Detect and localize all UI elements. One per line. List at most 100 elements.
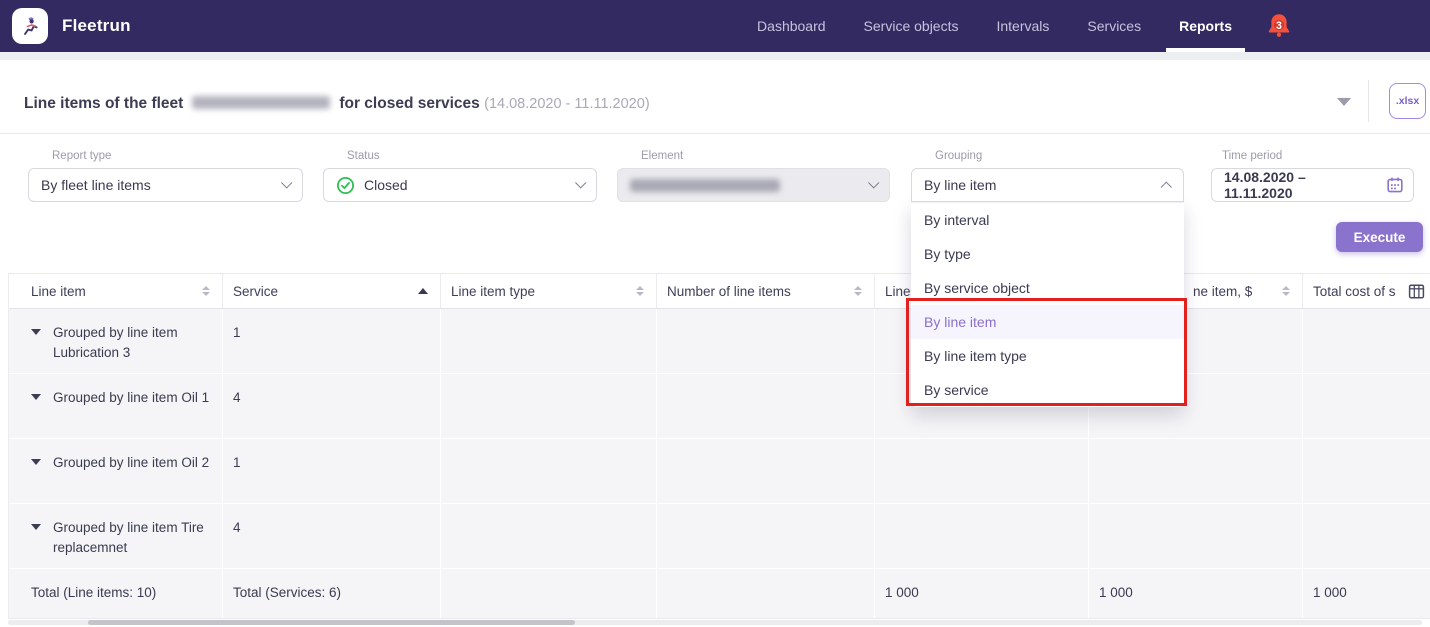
element-select-disabled xyxy=(617,168,890,202)
redacted-fleet-name xyxy=(192,96,330,109)
main-nav: Dashboard Service objects Intervals Serv… xyxy=(757,0,1232,52)
grouping-option-by-line-item-type[interactable]: By line item type xyxy=(911,339,1184,373)
grouping-option-by-service-object[interactable]: By service object xyxy=(911,271,1184,305)
column-label: ne item, $ xyxy=(1193,284,1252,299)
top-navbar: Fleetrun Dashboard Service objects Inter… xyxy=(0,0,1430,52)
line-item-text: Grouped by line item Tire replacemnet xyxy=(53,518,212,557)
nav-label: Dashboard xyxy=(757,18,826,34)
titlebar-divider xyxy=(1368,80,1369,122)
grouping-value: By line item xyxy=(924,177,1163,193)
time-period-input[interactable]: 14.08.2020 – 11.11.2020 xyxy=(1211,168,1414,202)
fleetrun-app: Fleetrun Dashboard Service objects Inter… xyxy=(0,0,1430,627)
grouping-label: Grouping xyxy=(935,150,982,162)
line-item-text: Grouped by line item Oil 2 xyxy=(53,453,209,473)
column-settings-icon[interactable] xyxy=(1408,283,1425,303)
nav-item-intervals[interactable]: Intervals xyxy=(996,0,1049,52)
status-label: Status xyxy=(347,150,380,162)
grouping-dropdown: By interval By type By service object By… xyxy=(911,202,1184,407)
service-cell: 1 xyxy=(223,439,441,503)
nav-item-dashboard[interactable]: Dashboard xyxy=(757,0,826,52)
report-type-value: By fleet line items xyxy=(41,177,282,193)
status-closed-check-icon xyxy=(336,176,355,195)
column-header-line-item-type[interactable]: Line item type xyxy=(441,274,657,308)
line-item-cell: Grouped by line item Lubrication 3 xyxy=(9,309,223,373)
line-item-cell: Grouped by line item Tire replacemnet xyxy=(9,504,223,568)
brand[interactable]: Fleetrun xyxy=(12,8,131,44)
calendar-icon[interactable] xyxy=(1386,176,1404,194)
table-header-row: Line item Service Line item type Number … xyxy=(9,273,1430,309)
title-suffix: for closed services xyxy=(339,95,479,112)
horizontal-scrollbar-thumb[interactable] xyxy=(88,620,575,625)
table-row: Grouped by line item Lubrication 3 1 xyxy=(9,309,1430,374)
nav-label: Reports xyxy=(1179,18,1232,34)
grouping-option-by-interval[interactable]: By interval xyxy=(911,203,1184,237)
column-label: Line item xyxy=(31,284,86,299)
nav-label: Intervals xyxy=(996,18,1049,34)
line-item-cell: Grouped by line item Oil 1 xyxy=(9,374,223,438)
titlebar-border xyxy=(0,133,1430,134)
service-cell: 4 xyxy=(223,374,441,438)
table-totals-row: Total (Line items: 10) Total (Services: … xyxy=(9,569,1430,619)
chevron-down-icon xyxy=(868,177,879,188)
column-label: Line item type xyxy=(451,284,535,299)
column-label: Line xyxy=(885,284,911,299)
service-cell: 1 xyxy=(223,309,441,373)
time-period-value: 14.08.2020 – 11.11.2020 xyxy=(1224,169,1378,201)
line-item-text: Grouped by line item Oil 1 xyxy=(53,388,209,408)
execute-button[interactable]: Execute xyxy=(1336,222,1423,252)
time-period-label: Time period xyxy=(1222,150,1282,162)
expand-row-icon[interactable] xyxy=(31,394,41,400)
column-label: Service xyxy=(233,284,278,299)
chevron-down-icon xyxy=(575,177,586,188)
expand-row-icon[interactable] xyxy=(31,459,41,465)
expand-row-icon[interactable] xyxy=(31,524,41,530)
grouping-option-by-type[interactable]: By type xyxy=(911,237,1184,271)
sort-icon[interactable] xyxy=(636,286,644,296)
grouping-select[interactable]: By line item xyxy=(911,168,1184,202)
totals-line-item-cost: 1 000 xyxy=(875,569,1089,618)
status-select[interactable]: Closed xyxy=(323,168,597,202)
line-item-text: Grouped by line item Lubrication 3 xyxy=(53,323,212,362)
report-type-select[interactable]: By fleet line items xyxy=(28,168,303,202)
brand-name: Fleetrun xyxy=(62,16,131,36)
notifications-bell-icon[interactable]: 3 xyxy=(1264,11,1294,41)
export-xlsx-button[interactable]: .xlsx xyxy=(1389,83,1426,119)
status-value: Closed xyxy=(364,177,576,193)
column-header-service[interactable]: Service xyxy=(223,274,441,308)
fleetrun-logo-icon xyxy=(12,8,48,44)
notification-badge: 3 xyxy=(1276,20,1282,32)
redacted-element-value xyxy=(630,179,780,192)
totals-total-cost-line-item: 1 000 xyxy=(1089,569,1303,618)
totals-services: Total (Services: 6) xyxy=(223,569,441,618)
element-label: Element xyxy=(641,150,683,162)
sort-icon[interactable] xyxy=(854,286,862,296)
sort-asc-icon[interactable] xyxy=(418,288,428,294)
collapse-report-chevron-icon[interactable] xyxy=(1337,98,1351,106)
column-header-total-cost-of-services[interactable]: Total cost of s xyxy=(1303,274,1430,308)
service-cell: 4 xyxy=(223,504,441,568)
table-row: Grouped by line item Tire replacemnet 4 xyxy=(9,504,1430,569)
grouping-option-by-line-item[interactable]: By line item xyxy=(911,305,1184,339)
grouping-option-by-service[interactable]: By service xyxy=(911,373,1184,407)
nav-item-reports[interactable]: Reports xyxy=(1179,0,1232,52)
column-label: Number of line items xyxy=(667,284,791,299)
column-header-number-of-line-items[interactable]: Number of line items xyxy=(657,274,875,308)
report-table: Line item Service Line item type Number … xyxy=(8,273,1430,619)
title-prefix: Line items of the fleet xyxy=(24,95,183,112)
nav-item-service-objects[interactable]: Service objects xyxy=(864,0,959,52)
nav-label: Services xyxy=(1087,18,1141,34)
nav-label: Service objects xyxy=(864,18,959,34)
column-header-line-item[interactable]: Line item xyxy=(9,274,223,308)
table-row: Grouped by line item Oil 2 1 xyxy=(9,439,1430,504)
totals-line-items: Total (Line items: 10) xyxy=(9,569,223,618)
title-date-range: (14.08.2020 - 11.11.2020) xyxy=(484,96,650,112)
expand-row-icon[interactable] xyxy=(31,329,41,335)
nav-item-services[interactable]: Services xyxy=(1087,0,1141,52)
report-title: Line items of the fleet for closed servic… xyxy=(24,95,650,113)
totals-total-cost-services: 1 000 xyxy=(1303,569,1430,618)
sort-icon[interactable] xyxy=(202,286,210,296)
chevron-down-icon xyxy=(281,177,292,188)
sort-icon[interactable] xyxy=(1282,286,1290,296)
column-label: Total cost of s xyxy=(1313,284,1396,299)
table-row: Grouped by line item Oil 1 4 xyxy=(9,374,1430,439)
